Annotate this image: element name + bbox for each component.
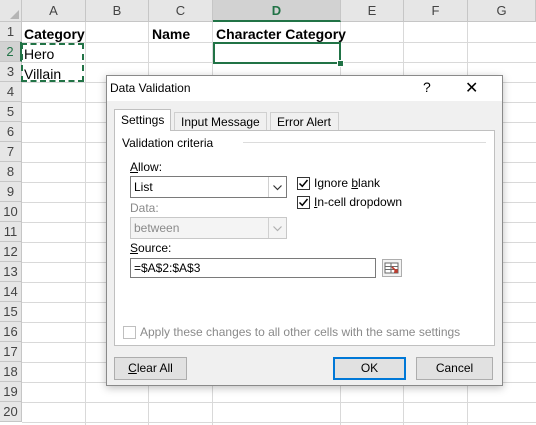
in-cell-dropdown-label: In-cell dropdown <box>314 195 403 209</box>
allow-dropdown[interactable]: List <box>130 176 287 198</box>
row-header-8[interactable]: 8 <box>0 162 22 182</box>
group-divider <box>243 142 486 143</box>
dialog-title: Data Validation <box>110 81 191 95</box>
row-header-16[interactable]: 16 <box>0 322 22 342</box>
row-header-10[interactable]: 10 <box>0 202 22 222</box>
allow-label-rest: llow: <box>138 160 163 174</box>
row-header-17[interactable]: 17 <box>0 342 22 362</box>
column-header-b[interactable]: B <box>86 0 149 22</box>
column-header-c[interactable]: C <box>149 0 213 22</box>
gridline <box>22 422 536 423</box>
cancel-button[interactable]: Cancel <box>416 357 493 380</box>
data-validation-dialog: Data Validation ? ✕ Settings Input Messa… <box>106 75 503 386</box>
source-label: Source: <box>130 241 172 255</box>
chevron-down-icon[interactable] <box>268 177 286 197</box>
cell-a1[interactable]: Category <box>22 24 85 44</box>
ok-button[interactable]: OK <box>333 357 406 380</box>
row-header-20[interactable]: 20 <box>0 402 22 422</box>
cell-c1[interactable]: Name <box>150 24 190 44</box>
row-header-12[interactable]: 12 <box>0 242 22 262</box>
tab-error-alert[interactable]: Error Alert <box>270 112 339 130</box>
row-header-1[interactable]: 1 <box>0 22 22 42</box>
row-header-11[interactable]: 11 <box>0 222 22 242</box>
gridline <box>22 402 536 403</box>
clear-all-button[interactable]: Clear All <box>114 357 187 380</box>
column-header-e[interactable]: E <box>341 0 404 22</box>
column-header-d[interactable]: D <box>213 0 341 22</box>
row-header-3[interactable]: 3 <box>0 62 22 82</box>
source-input[interactable]: =$A$2:$A$3 <box>130 258 376 278</box>
ignore-blank-checkbox[interactable] <box>297 177 310 190</box>
chevron-down-icon <box>268 218 286 238</box>
tab-input-message[interactable]: Input Message <box>174 112 267 130</box>
row-header-13[interactable]: 13 <box>0 262 22 282</box>
select-all-corner[interactable] <box>0 0 22 22</box>
tab-settings[interactable]: Settings <box>114 109 171 131</box>
data-dropdown: between <box>130 217 287 239</box>
row-header-2[interactable]: 2 <box>0 42 22 62</box>
validation-criteria-label: Validation criteria <box>122 136 214 150</box>
apply-all-label: Apply these changes to all other cells w… <box>140 325 461 339</box>
data-label: Data: <box>130 201 159 215</box>
close-icon[interactable]: ✕ <box>465 78 478 98</box>
column-header-g[interactable]: G <box>468 0 536 22</box>
data-value: between <box>134 221 180 235</box>
fill-handle[interactable] <box>337 60 344 67</box>
row-header-7[interactable]: 7 <box>0 142 22 162</box>
range-selector-icon[interactable] <box>382 259 402 277</box>
gridline <box>85 22 86 425</box>
active-cell-d2[interactable] <box>213 42 341 64</box>
settings-panel: Validation criteria Allow: List Ignore b… <box>114 130 495 346</box>
row-header-14[interactable]: 14 <box>0 282 22 302</box>
row-header-4[interactable]: 4 <box>0 82 22 102</box>
ignore-blank-label: Ignore blank <box>314 176 381 190</box>
row-header-9[interactable]: 9 <box>0 182 22 202</box>
in-cell-dropdown-checkbox[interactable] <box>297 196 310 209</box>
apply-all-checkbox <box>123 326 136 339</box>
cell-d1[interactable]: Character Category <box>214 24 346 44</box>
copy-marquee <box>21 43 84 82</box>
column-header-a[interactable]: A <box>22 0 86 22</box>
row-header-6[interactable]: 6 <box>0 122 22 142</box>
row-header-15[interactable]: 15 <box>0 302 22 322</box>
source-value: =$A$2:$A$3 <box>134 261 201 275</box>
row-header-19[interactable]: 19 <box>0 382 22 402</box>
dialog-titlebar[interactable]: Data Validation ? ✕ <box>107 76 502 101</box>
allow-label: Allow: <box>130 160 163 174</box>
help-button[interactable]: ? <box>423 79 431 95</box>
column-header-f[interactable]: F <box>404 0 468 22</box>
allow-value: List <box>134 180 153 194</box>
row-header-5[interactable]: 5 <box>0 102 22 122</box>
row-header-18[interactable]: 18 <box>0 362 22 382</box>
